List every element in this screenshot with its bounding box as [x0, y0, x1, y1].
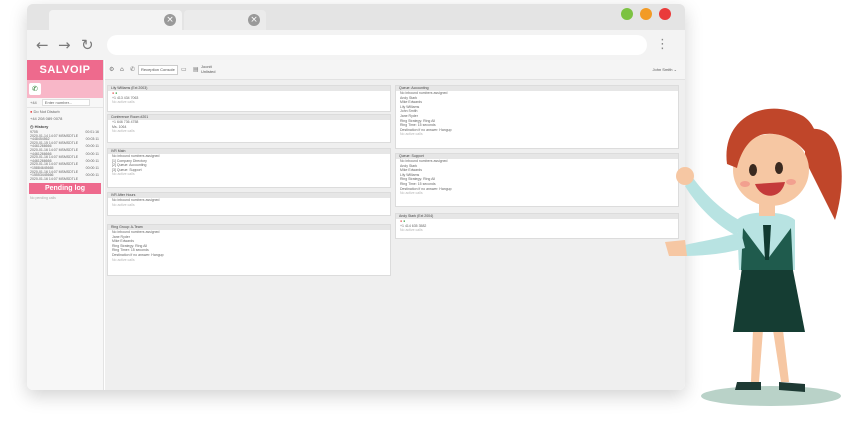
- workstation-status: Unlisted: [201, 69, 216, 74]
- browser-tab-inactive[interactable]: ×: [184, 10, 266, 30]
- browser-window: × × ← → ↻ ⋮ SALVOIP ✆ +44 Enter number...…: [27, 4, 685, 390]
- app-toolbar: ⚙ ⌂ ✆ Reception Console ▭ ▤ Joonit Unlist…: [105, 60, 685, 80]
- phone-icon[interactable]: ✆: [29, 83, 41, 95]
- status-dot-icon: ●: [115, 91, 118, 95]
- monitor-icon[interactable]: ▭: [181, 66, 187, 73]
- status-text[interactable]: Do Not Disturb: [34, 109, 60, 114]
- panel-andy-stark[interactable]: Andy Stark (Ext 2004) ● ● +1 414 635 358…: [395, 213, 679, 239]
- gear-icon[interactable]: ⚙: [109, 66, 114, 73]
- forward-arrow-icon[interactable]: →: [58, 36, 71, 54]
- reception-console-button[interactable]: Reception Console: [138, 65, 178, 75]
- history-duration: 00:00:11: [85, 158, 99, 163]
- home-icon[interactable]: ⌂: [120, 66, 124, 73]
- panel-ivr-main[interactable]: IVR Main No inbound numbers assigned [1]…: [107, 148, 391, 188]
- tab-close-icon[interactable]: ×: [248, 14, 260, 26]
- history-list: 9705 2020-01-14 14:07 MSMSDTLE 00:01:16 +4…: [27, 130, 103, 181]
- panel-line: No active calls: [112, 100, 135, 105]
- eye-left: [749, 164, 757, 176]
- panel-conference-room[interactable]: Conference Room #201 +1 646 736 4758 Ms.…: [107, 114, 391, 143]
- window-maximize-icon[interactable]: [621, 8, 633, 20]
- own-number: +44 208 089 0078: [30, 116, 63, 121]
- presenter-illustration: [665, 108, 842, 406]
- history-duration: 00:00:11: [85, 173, 99, 178]
- arm-back: [685, 178, 739, 236]
- dial-prefix[interactable]: +44: [30, 100, 37, 105]
- dial-input[interactable]: Enter number...: [41, 99, 90, 106]
- history-duration: 00:00:11: [85, 165, 99, 170]
- logo: SALVOIP: [27, 60, 103, 80]
- panel-line: No active calls: [400, 191, 423, 196]
- pending-log-button[interactable]: Pending log: [29, 183, 101, 195]
- workstation-icon: ▤: [193, 66, 199, 73]
- hand-lower: [665, 240, 687, 256]
- reload-icon[interactable]: ↻: [81, 36, 94, 54]
- list-item[interactable]: +15553445666 2020-01-16 14:07 MSMSDTLE 00:…: [27, 173, 103, 181]
- phone-panel: ✆: [27, 80, 103, 98]
- window-close-icon[interactable]: [659, 8, 671, 20]
- cheek: [740, 181, 750, 187]
- status-dot-icon[interactable]: ●: [30, 109, 32, 114]
- dialer: +44 Enter number...: [27, 98, 103, 108]
- leg-right: [773, 330, 789, 382]
- panel-line: No active calls: [112, 172, 135, 177]
- browser-tab-bar: × ×: [27, 4, 685, 30]
- hand-upper: [676, 167, 694, 185]
- kebab-menu-icon[interactable]: ⋮: [656, 36, 669, 54]
- browser-nav-bar: ← → ↻ ⋮: [27, 30, 685, 60]
- back-arrow-icon[interactable]: ←: [36, 36, 49, 54]
- panel-line: No active calls: [112, 202, 135, 207]
- address-bar[interactable]: [107, 35, 647, 55]
- sidebar: SALVOIP ✆ +44 Enter number... ● Do Not Di…: [27, 60, 104, 390]
- phone-icon[interactable]: ✆: [130, 66, 135, 73]
- panel-ivr-after-hours[interactable]: IVR After Hours No inbound numbers assig…: [107, 192, 391, 216]
- shoe-left: [735, 382, 761, 390]
- panel-line: No active calls: [112, 129, 135, 134]
- window-minimize-icon[interactable]: [640, 8, 652, 20]
- shadow: [701, 386, 841, 406]
- panel-queue-accounting[interactable]: Queue: Accounting No inbound numbers ass…: [395, 85, 679, 149]
- status-line: ● Do Not Disturb: [27, 108, 103, 115]
- leg-left: [751, 330, 763, 382]
- history-duration: 00:00:11: [85, 144, 99, 149]
- workstation-label: Joonit Unlisted: [201, 64, 215, 74]
- panel-line: No active calls: [400, 228, 423, 233]
- panel-queue-support[interactable]: Queue: Support No inbound numbers assign…: [395, 153, 679, 207]
- history-duration: 00:00:11: [85, 151, 99, 156]
- panel-ring-group[interactable]: Ring Group: A-Team No inbound numbers as…: [107, 224, 391, 276]
- eye-right: [775, 162, 783, 174]
- history-duration: 00:03:11: [85, 137, 99, 142]
- arm-front: [681, 232, 745, 256]
- cheek: [786, 179, 796, 185]
- app: SALVOIP ✆ +44 Enter number... ● Do Not Di…: [27, 60, 685, 390]
- stage: × × ← → ↻ ⋮ SALVOIP ✆ +44 Enter number...…: [0, 0, 866, 426]
- history-icon: ◷: [30, 124, 34, 129]
- browser-tab-active[interactable]: ×: [49, 10, 182, 30]
- history-date: 2020-01-16 14:07 MSMSDTLE: [30, 176, 79, 181]
- reception-content: Lily Williams (Ext 2003) ● ● +1 413 434 …: [105, 80, 685, 390]
- history-duration: 00:01:16: [85, 130, 99, 134]
- skirt: [733, 260, 805, 332]
- panel-line: No active calls: [112, 257, 135, 262]
- panel-lily-williams[interactable]: Lily Williams (Ext 2003) ● ● +1 413 434 …: [107, 85, 391, 112]
- status-dot-icon: ●: [403, 219, 406, 223]
- tab-close-icon[interactable]: ×: [164, 14, 176, 26]
- history-label: History: [34, 124, 49, 129]
- no-pending-text: No pending calls: [30, 196, 56, 201]
- panel-line: No active calls: [400, 132, 423, 137]
